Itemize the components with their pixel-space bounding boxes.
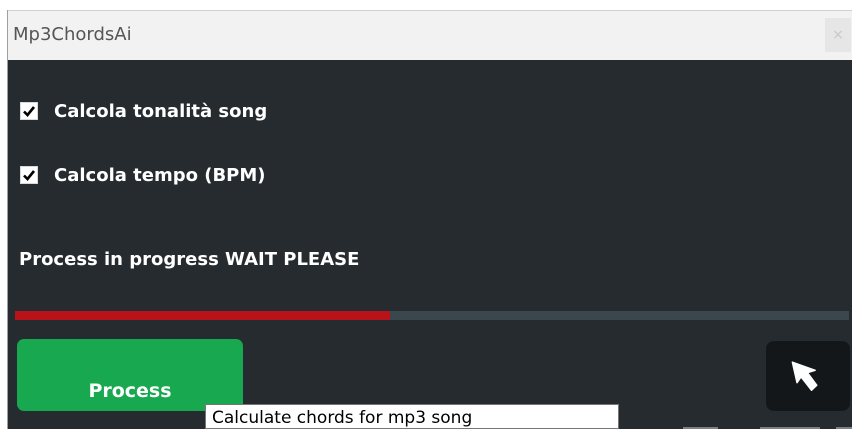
close-icon: ×	[832, 27, 844, 43]
checkmark-icon	[23, 106, 36, 117]
status-message: Process in progress WAIT PLEASE	[19, 249, 360, 270]
process-tooltip: Calculate chords for mp3 song	[205, 404, 619, 429]
progress-fill	[15, 311, 391, 320]
key-checkbox[interactable]	[20, 102, 38, 120]
option-key-row[interactable]: Calcola tonalità song	[20, 99, 267, 123]
bpm-checkbox[interactable]	[20, 166, 38, 184]
window-title: Mp3ChordsAi	[13, 24, 132, 45]
option-bpm-row[interactable]: Calcola tempo (BPM)	[20, 163, 266, 187]
process-button[interactable]: Process	[17, 339, 243, 411]
title-bar[interactable]: Mp3ChordsAi ×	[8, 10, 852, 60]
close-button[interactable]: ×	[825, 18, 851, 52]
app-window: Mp3ChordsAi × Calcola tonalità song Calc…	[7, 10, 852, 429]
cursor-arrow-back-icon	[791, 361, 818, 392]
progress-bar	[15, 311, 849, 320]
back-button[interactable]	[766, 341, 850, 411]
key-checkbox-label: Calcola tonalità song	[54, 100, 268, 122]
checkmark-icon	[23, 170, 36, 181]
bpm-checkbox-label: Calcola tempo (BPM)	[54, 164, 266, 186]
